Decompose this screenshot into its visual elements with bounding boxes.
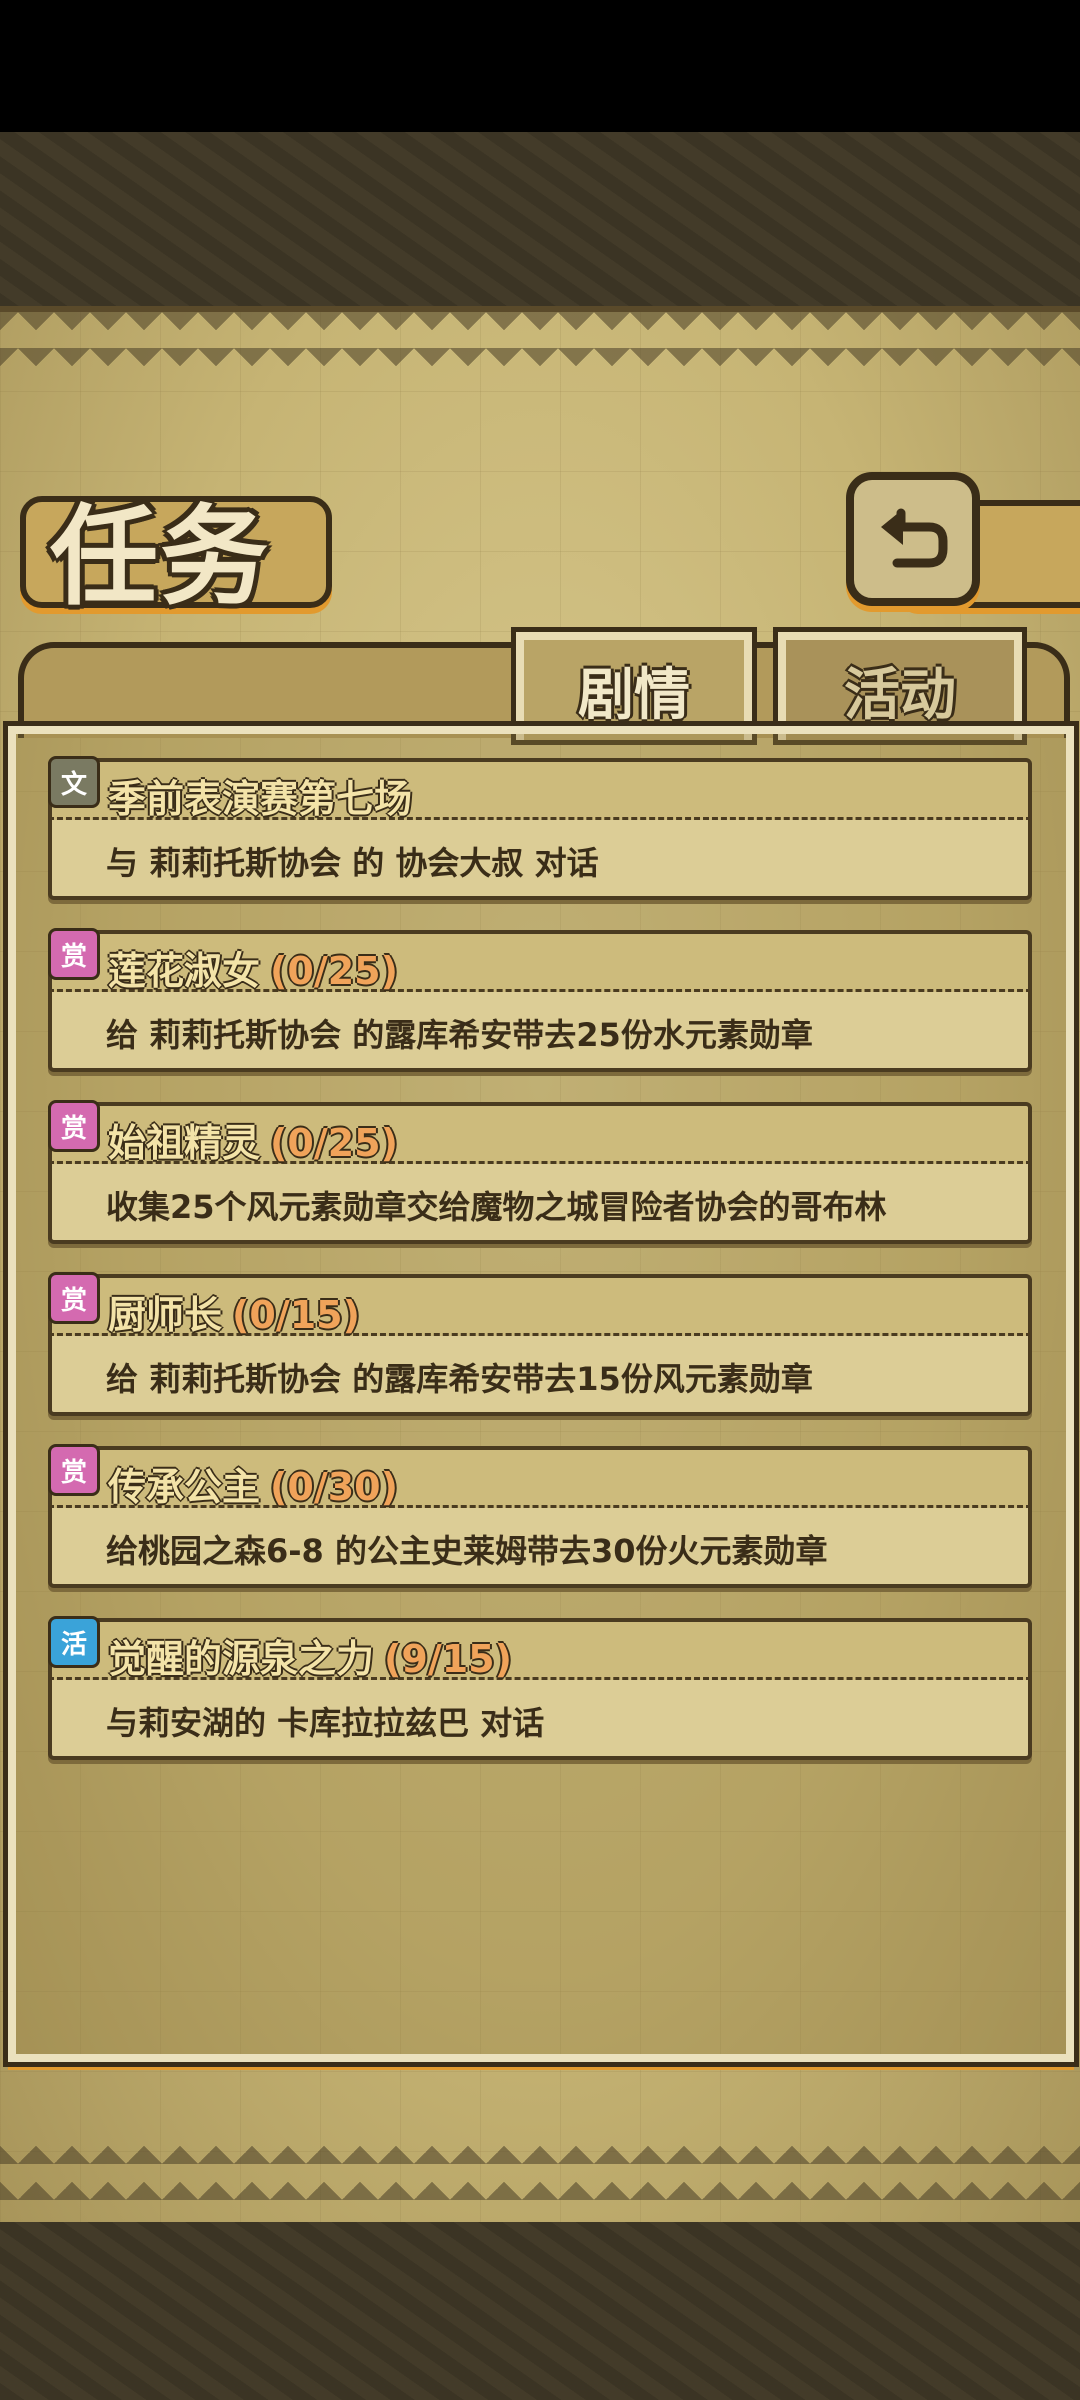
quest-description: 与莉安湖的 卡库拉拉兹巴 对话 bbox=[106, 1704, 545, 1742]
quest-type-badge: 赏 bbox=[48, 1444, 100, 1496]
quest-title-text: 始祖精灵 bbox=[108, 1121, 261, 1165]
torn-edge-top bbox=[0, 312, 1080, 372]
quest-item[interactable]: 赏始祖精灵 (0/25) 收集25个风元素勋章交给魔物之城冒险者协会的哥布林 bbox=[48, 1100, 1032, 1252]
page-title: 任务 bbox=[50, 495, 271, 620]
quest-type-badge: 赏 bbox=[48, 928, 100, 980]
back-arrow-icon bbox=[881, 508, 948, 568]
quest-title-text: 厨师长 bbox=[108, 1293, 223, 1337]
quest-title-text: 季前表演赛第七场 bbox=[108, 777, 413, 821]
quest-progress: (0/25) bbox=[270, 1121, 398, 1165]
quest-body: 给 莉莉托斯协会 的露库希安带去25份水元素勋章 bbox=[48, 992, 1032, 1072]
quest-header: 活觉醒的源泉之力 (9/15) bbox=[48, 1616, 1032, 1683]
quest-header: 赏始祖精灵 (0/25) bbox=[48, 1100, 1032, 1167]
quest-title-text: 传承公主 bbox=[108, 1465, 261, 1509]
quest-title-text: 觉醒的源泉之力 bbox=[108, 1637, 375, 1681]
quest-progress: (9/15) bbox=[384, 1637, 512, 1681]
tab-event[interactable]: 活动 bbox=[773, 627, 1027, 745]
quest-progress: (0/25) bbox=[270, 949, 398, 993]
quest-description: 收集25个风元素勋章交给魔物之城冒险者协会的哥布林 bbox=[106, 1188, 887, 1226]
quest-body: 给 莉莉托斯协会 的露库希安带去15份风元素勋章 bbox=[48, 1336, 1032, 1416]
map-background-top bbox=[0, 132, 1080, 310]
quest-title: 始祖精灵 (0/25) bbox=[108, 1112, 398, 1167]
tab-plot[interactable]: 剧情 bbox=[511, 627, 757, 745]
quest-title: 觉醒的源泉之力 (9/15) bbox=[108, 1628, 512, 1683]
quest-description: 与 莉莉托斯协会 的 协会大叔 对话 bbox=[106, 844, 599, 882]
quest-type-badge: 赏 bbox=[48, 1272, 100, 1324]
quest-body: 给桃园之森6-8 的公主史莱姆带去30份火元素勋章 bbox=[48, 1508, 1032, 1588]
quest-progress: (0/30) bbox=[270, 1465, 398, 1509]
quest-title-text: 莲花淑女 bbox=[108, 949, 261, 993]
quest-title: 季前表演赛第七场 bbox=[108, 768, 422, 823]
quest-body: 收集25个风元素勋章交给魔物之城冒险者协会的哥布林 bbox=[48, 1164, 1032, 1244]
quest-header: 赏传承公主 (0/30) bbox=[48, 1444, 1032, 1511]
quest-item[interactable]: 文季前表演赛第七场与 莉莉托斯协会 的 协会大叔 对话 bbox=[48, 756, 1032, 908]
quest-item[interactable]: 赏厨师长 (0/15) 给 莉莉托斯协会 的露库希安带去15份风元素勋章 bbox=[48, 1272, 1032, 1424]
quest-item[interactable]: 赏莲花淑女 (0/25) 给 莉莉托斯协会 的露库希安带去25份水元素勋章 bbox=[48, 928, 1032, 1080]
quest-description: 给 莉莉托斯协会 的露库希安带去15份风元素勋章 bbox=[106, 1360, 813, 1398]
status-bar bbox=[0, 0, 1080, 132]
back-button[interactable] bbox=[846, 472, 980, 606]
quest-description: 给桃园之森6-8 的公主史莱姆带去30份火元素勋章 bbox=[106, 1532, 828, 1570]
torn-edge-bottom bbox=[0, 2140, 1080, 2200]
quest-progress: (0/15) bbox=[232, 1293, 360, 1337]
quest-item[interactable]: 活觉醒的源泉之力 (9/15) 与莉安湖的 卡库拉拉兹巴 对话 bbox=[48, 1616, 1032, 1768]
quest-header: 赏莲花淑女 (0/25) bbox=[48, 928, 1032, 995]
quest-type-badge: 文 bbox=[48, 756, 100, 808]
quest-title: 传承公主 (0/30) bbox=[108, 1456, 398, 1511]
quest-title: 莲花淑女 (0/25) bbox=[108, 940, 398, 995]
map-background-bottom bbox=[0, 2222, 1080, 2400]
quest-description: 给 莉莉托斯协会 的露库希安带去25份水元素勋章 bbox=[106, 1016, 813, 1054]
quest-header: 赏厨师长 (0/15) bbox=[48, 1272, 1032, 1339]
quest-body: 与莉安湖的 卡库拉拉兹巴 对话 bbox=[48, 1680, 1032, 1760]
quest-title: 厨师长 (0/15) bbox=[108, 1284, 360, 1339]
quest-header: 文季前表演赛第七场 bbox=[48, 756, 1032, 823]
quest-type-badge: 活 bbox=[48, 1616, 100, 1668]
quest-body: 与 莉莉托斯协会 的 协会大叔 对话 bbox=[48, 820, 1032, 900]
quest-item[interactable]: 赏传承公主 (0/30) 给桃园之森6-8 的公主史莱姆带去30份火元素勋章 bbox=[48, 1444, 1032, 1596]
quest-type-badge: 赏 bbox=[48, 1100, 100, 1152]
